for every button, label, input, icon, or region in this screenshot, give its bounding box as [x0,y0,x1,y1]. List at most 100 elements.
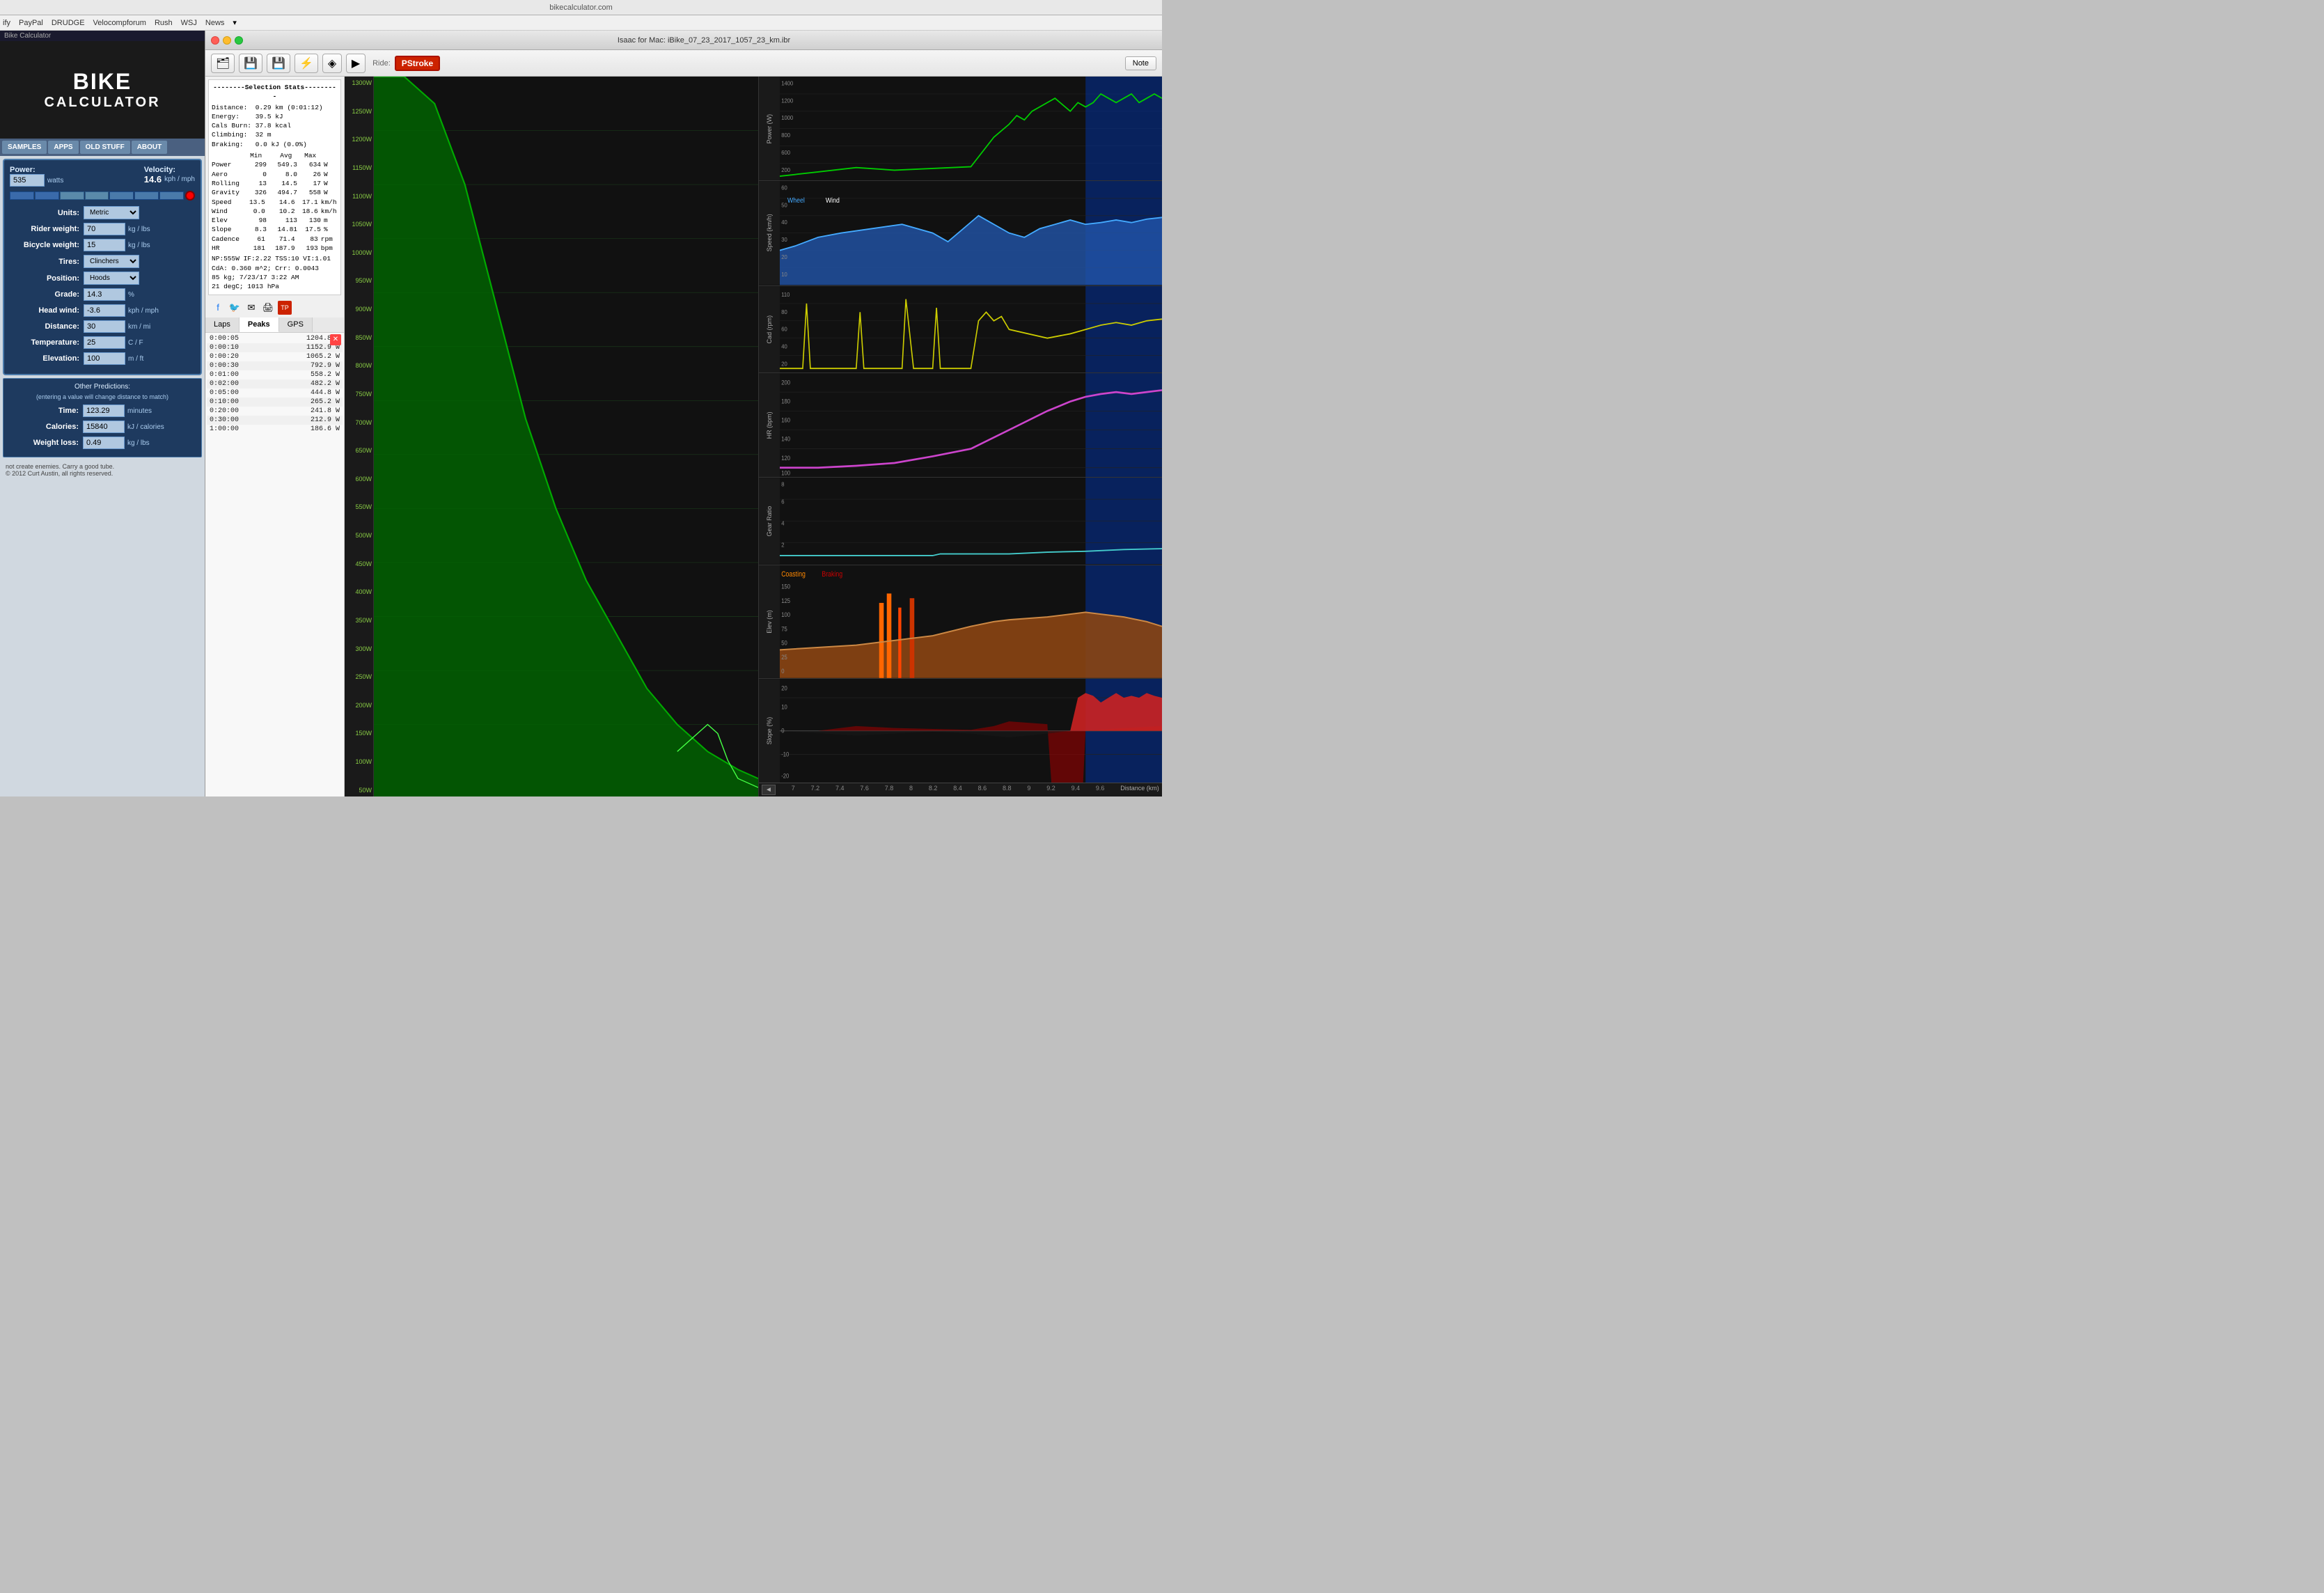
distance-row: Distance: km / mi [10,320,195,333]
speed-chart-content: Wheel Wind 60 50 40 30 20 10 [780,181,1162,285]
tab-laps[interactable]: Laps [205,317,240,332]
tab-gps[interactable]: GPS [279,317,313,332]
note-button[interactable]: Note [1125,56,1156,70]
nav-news[interactable]: News [205,19,225,27]
temperature-input[interactable] [84,336,125,349]
predictions-sub: (entering a value will change distance t… [9,393,196,400]
ride-label: Ride: [372,59,391,68]
power-line-svg: 1400 1200 1000 800 600 200 [780,77,1162,180]
grade-input[interactable] [84,288,125,301]
weight-loss-row: Weight loss: kg / lbs [9,437,196,449]
tab-apps[interactable]: APPS [48,141,78,154]
power-chart-content: 1400 1200 1000 800 600 200 [780,77,1162,180]
tires-label: Tires: [10,258,79,266]
close-button[interactable] [211,36,219,45]
stats-hr-row: HR 181 187.9 193 bpm [212,244,338,253]
svg-text:120: 120 [781,454,790,462]
stats-box: --------Selection Stats--------- Distanc… [208,79,341,295]
power-input[interactable] [10,174,45,187]
save-as-button[interactable]: 💾 [267,54,290,73]
headwind-label: Head wind: [10,306,79,315]
peak-item-0: 0:00:05 1204.8 W [207,334,343,343]
tires-select[interactable]: ClinchersTubulars [84,255,139,268]
nav-paypal[interactable]: PayPal [19,19,43,27]
x-tick-7: 7 [792,785,795,795]
email-icon[interactable]: ✉ [244,301,258,315]
x-tick-76: 7.6 [860,785,869,795]
nav-news-arrow: ▾ [233,18,237,27]
x-tick-86: 8.6 [978,785,987,795]
svg-text:60: 60 [781,185,787,191]
stats-distance: Distance: 0.29 km (0:01:12) [212,103,338,112]
units-select[interactable]: MetricImperial [84,206,139,219]
tab-samples[interactable]: SAMPLES [2,141,47,154]
gear-chart-content: 8 6 4 2 [780,478,1162,564]
svg-text:10: 10 [781,272,787,278]
top-nav: ify PayPal DRUDGE Velocompforum Rush WSJ… [0,15,1162,31]
x-axis-label: Distance (km) [1120,785,1159,795]
calories-input[interactable] [83,421,125,433]
x-tick-96: 9.6 [1096,785,1105,795]
weight-loss-label: Weight loss: [9,439,79,447]
open-button[interactable]: 🗂 [211,54,235,73]
position-select[interactable]: HoodsDropsTops [84,272,139,285]
weight-loss-input[interactable] [83,437,125,449]
facebook-icon[interactable]: f [211,301,225,315]
elevation-input[interactable] [84,352,125,365]
twitter-icon[interactable]: 🐦 [228,301,242,315]
y-tick-550: 550W [346,503,372,510]
units-row: Units: MetricImperial [10,206,195,219]
nav-ify[interactable]: ify [3,19,10,27]
headwind-input[interactable] [84,304,125,317]
nav-left-button[interactable]: ◄ [762,785,776,795]
nav-velocompforum[interactable]: Velocompforum [93,19,146,27]
nav-rush[interactable]: Rush [155,19,173,27]
peaks-close-button[interactable]: ✕ [330,334,341,345]
calories-unit: kJ / calories [127,423,164,431]
minimize-button[interactable] [223,36,231,45]
calc-form: Power: watts Velocity: 14.6 kph / mph [3,159,202,375]
y-tick-1100: 1100W [346,193,372,200]
export-button[interactable]: ◈ [322,54,342,73]
velocity-value: 14.6 [144,174,162,185]
power-chart-area: 1300W 1250W 1200W 1150W 1100W 1050W 1000… [345,77,758,796]
save-button[interactable]: 💾 [239,54,262,73]
tab-peaks[interactable]: Peaks [240,317,279,332]
maximize-button[interactable] [235,36,243,45]
stats-cadence-row: Cadence 61 71.4 83 rpm [212,235,338,244]
speed-line-svg: Wheel Wind 60 50 40 30 20 10 [780,181,1162,285]
bike-weight-input[interactable] [84,239,125,251]
grade-label: Grade: [10,290,79,299]
play-button[interactable]: ▶ [346,54,366,73]
elevation-unit: m / ft [128,355,143,363]
distance-input[interactable] [84,320,125,333]
rider-weight-input[interactable] [84,223,125,235]
x-tick-84: 8.4 [953,785,962,795]
temperature-label: Temperature: [10,338,79,347]
y-tick-150: 150W [346,730,372,737]
svg-text:200: 200 [781,379,790,386]
nav-drudge[interactable]: DRUDGE [52,19,85,27]
svg-text:0: 0 [781,667,784,675]
svg-text:1400: 1400 [781,80,793,87]
slope-chart-content: 20 10 0 -10 -20 [780,679,1162,783]
elev-line-svg: Coasting Braking 150 12 [780,565,1162,678]
power-bar-svg [374,77,758,796]
bike-weight-unit: kg / lbs [128,242,150,249]
peak-item-3: 0:00:30 792.9 W [207,361,343,370]
tab-about[interactable]: ABOUT [132,141,168,154]
nav-wsj[interactable]: WSJ [181,19,197,27]
headwind-unit: kph / mph [128,307,159,315]
time-input[interactable] [83,405,125,417]
usb-button[interactable]: ⚡ [295,54,318,73]
position-label: Position: [10,274,79,283]
tp-icon[interactable]: TP [278,301,292,315]
slope-line-svg: 20 10 0 -10 -20 [780,679,1162,783]
svg-text:1200: 1200 [781,97,793,104]
slider-dot[interactable] [185,191,195,201]
print-icon[interactable]: 🖨 [261,301,275,315]
logo-line2: CALCULATOR [44,95,160,111]
tab-oldstuff[interactable]: OLD STUFF [80,141,130,154]
rider-weight-unit: kg / lbs [128,226,150,233]
distance-unit: km / mi [128,323,150,331]
